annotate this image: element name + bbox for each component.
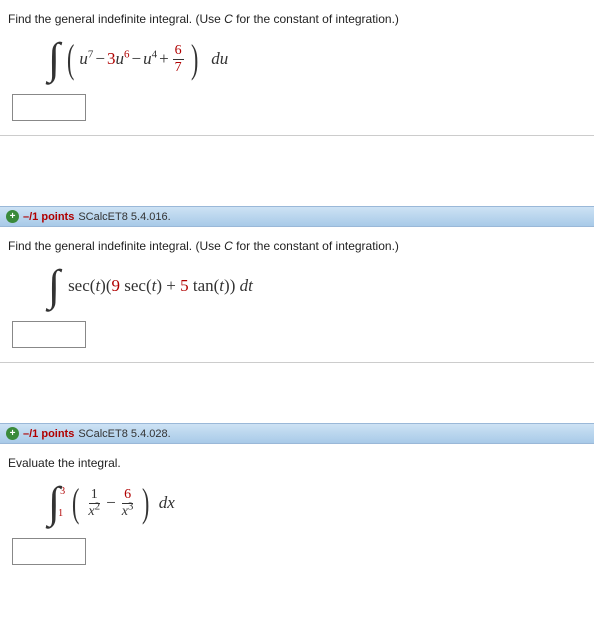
q2-p1: sec( <box>68 276 95 295</box>
q2-p4: ) + <box>156 276 180 295</box>
q2-expr: sec(t)(9 sec(t) + 5 tan(t)) dt <box>68 276 253 296</box>
q3-f1d: x2 <box>86 504 102 519</box>
q3-minus: − <box>106 493 116 513</box>
q2-header: + –/1 points SCalcET8 5.4.016. <box>0 206 594 227</box>
question-1-content: Find the general indefinite integral. (U… <box>0 0 594 135</box>
q1-minus2: − <box>131 49 141 69</box>
q3-ub: 3 <box>60 487 65 497</box>
q3-dx: dx <box>159 493 175 513</box>
question-3-content: Evaluate the integral. ∫ 3 1 ( 1 x2 − 6 … <box>0 444 594 579</box>
q1-plus: + <box>159 49 169 69</box>
q1-prompt: Find the general indefinite integral. (U… <box>8 12 586 26</box>
spacer-2 <box>0 363 594 423</box>
q2-p5: tan( <box>189 276 220 295</box>
q3-points: –/1 points <box>23 428 74 440</box>
q2-p3: sec( <box>120 276 152 295</box>
lparen-icon: ( <box>72 487 79 519</box>
integral-icon: ∫ <box>48 485 60 520</box>
q1-answer-input[interactable] <box>12 94 86 121</box>
q2-nine: 9 <box>112 276 121 295</box>
q1-u4: u <box>143 49 152 68</box>
spacer-1 <box>0 136 594 206</box>
q2-points: –/1 points <box>23 211 74 223</box>
expand-icon[interactable]: + <box>6 210 19 223</box>
q1-term2: 3u6 <box>107 49 130 69</box>
q3-f2d: x3 <box>120 504 136 519</box>
q3-bounds: 3 1 <box>60 487 65 519</box>
rparen-icon: ) <box>191 43 198 75</box>
q2-p6: )) <box>224 276 240 295</box>
q1-minus1: − <box>95 49 105 69</box>
q1-prompt-text-a: Find the general indefinite integral. (U… <box>8 12 224 26</box>
q2-math: ∫ sec(t)(9 sec(t) + 5 tan(t)) dt <box>48 263 586 309</box>
q1-e7: 7 <box>88 48 94 60</box>
q1-du: du <box>207 49 228 69</box>
q2-prompt-text-b: for the constant of integration.) <box>233 239 399 253</box>
q2-dt: dt <box>240 276 253 295</box>
q3-prompt: Evaluate the integral. <box>8 456 586 470</box>
q3-header: + –/1 points SCalcET8 5.4.028. <box>0 423 594 444</box>
q2-source: SCalcET8 5.4.016. <box>78 211 170 223</box>
q3-f1d-exp: 2 <box>95 500 101 512</box>
expand-icon[interactable]: + <box>6 427 19 440</box>
q3-math: ∫ 3 1 ( 1 x2 − 6 x3 ) dx <box>48 480 586 526</box>
q2-p2: )( <box>100 276 111 295</box>
q2-prompt-c: C <box>224 239 233 253</box>
q1-term3: u4 <box>143 49 157 69</box>
q2-five: 5 <box>180 276 189 295</box>
q3-frac1: 1 x2 <box>86 487 102 519</box>
q1-frac: 6 7 <box>173 43 184 75</box>
q2-answer-input[interactable] <box>12 321 86 348</box>
rparen-icon: ) <box>142 487 149 519</box>
q1-prompt-c: C <box>224 12 233 26</box>
q1-frac-den: 7 <box>173 60 184 75</box>
question-2-content: Find the general indefinite integral. (U… <box>0 227 594 362</box>
q3-frac2: 6 x3 <box>120 487 136 519</box>
q1-e6: 6 <box>124 48 130 60</box>
question-1: Find the general indefinite integral. (U… <box>0 0 594 136</box>
q1-du-text: du <box>211 49 228 68</box>
q1-u6: u <box>115 49 124 68</box>
integral-icon: ∫ <box>48 41 60 76</box>
q3-f2d-exp: 3 <box>128 500 134 512</box>
q1-frac-num: 6 <box>173 43 184 59</box>
q1-term1: u7 <box>79 49 93 69</box>
question-3: + –/1 points SCalcET8 5.4.028. Evaluate … <box>0 423 594 579</box>
q1-prompt-text-b: for the constant of integration.) <box>233 12 399 26</box>
q1-math: ∫ ( u7 − 3u6 − u4 + 6 7 ) du <box>48 36 586 82</box>
q3-source: SCalcET8 5.4.028. <box>78 428 170 440</box>
q2-prompt: Find the general indefinite integral. (U… <box>8 239 586 253</box>
q2-prompt-text-a: Find the general indefinite integral. (U… <box>8 239 224 253</box>
q1-u7: u <box>79 49 88 68</box>
lparen-icon: ( <box>67 43 74 75</box>
integral-icon: ∫ <box>48 268 60 303</box>
question-2: + –/1 points SCalcET8 5.4.016. Find the … <box>0 206 594 363</box>
q3-answer-input[interactable] <box>12 538 86 565</box>
q1-e4: 4 <box>152 48 158 60</box>
